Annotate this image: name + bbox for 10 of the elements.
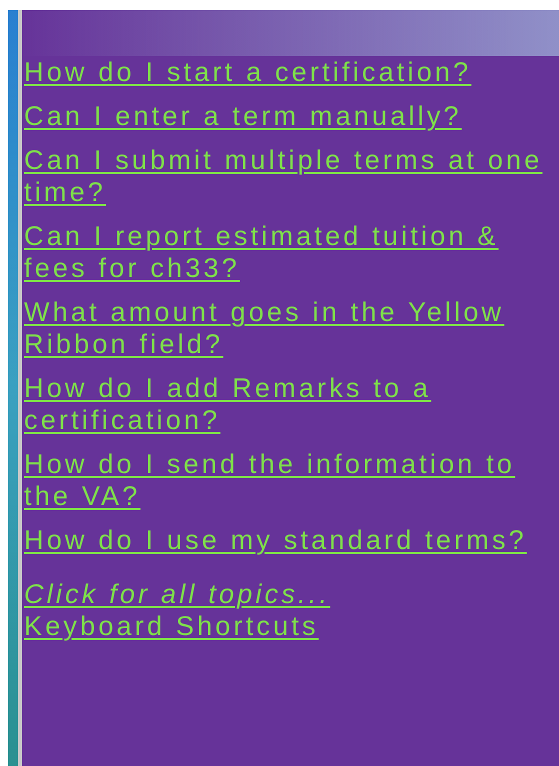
faq-link[interactable]: How do I add Remarks to a certification? [24,372,544,436]
faq-link[interactable]: What amount goes in the Yellow Ribbon field? [24,296,544,360]
faq-link[interactable]: Can I enter a term manually? [24,100,462,132]
faq-link[interactable]: Can I submit multiple terms at one time? [24,144,544,208]
keyboard-shortcuts-link[interactable]: Keyboard Shortcuts [24,610,319,642]
faq-link[interactable]: Can I report estimated tuition & fees for ch33? [24,220,544,284]
faq-link[interactable]: How do I send the information to the VA? [24,448,544,512]
faq-link[interactable]: How do I use my standard terms? [24,524,527,556]
faq-link[interactable]: How do I start a certification? [24,56,472,88]
all-topics-link[interactable]: Click for all topics... [24,578,330,610]
